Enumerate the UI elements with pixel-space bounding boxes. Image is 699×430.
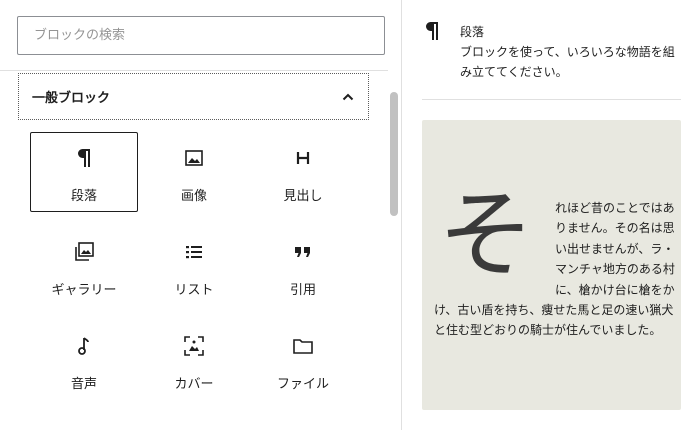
divider — [422, 99, 681, 100]
block-label: 画像 — [180, 189, 207, 204]
heading-icon — [291, 146, 315, 170]
block-label: カバー — [174, 377, 214, 392]
block-preview-example: そ れほど昔のことではありません。その名は思い出せませんが、ラ・マンチャ地方のあ… — [422, 120, 681, 410]
panel-title: 一般ブロック — [32, 91, 111, 106]
block-label: 段落 — [70, 189, 97, 204]
block-inserter: 一般ブロック 段落 画像 見出し — [0, 0, 401, 430]
block-item-image[interactable]: 画像 — [140, 132, 248, 212]
block-search-input[interactable] — [18, 17, 384, 54]
scrollbar-thumb[interactable] — [390, 92, 398, 216]
panel-header-common-blocks[interactable]: 一般ブロック — [18, 73, 369, 120]
panel-border — [401, 0, 402, 430]
block-item-audio[interactable]: 音声 — [30, 320, 138, 400]
block-item-gallery[interactable]: ギャラリー — [30, 226, 138, 306]
block-item-list[interactable]: リスト — [140, 226, 248, 306]
block-label: 音声 — [70, 377, 97, 392]
dropcap-space — [434, 198, 555, 298]
audio-icon — [72, 334, 96, 358]
block-item-quote[interactable]: 引用 — [249, 226, 357, 306]
paragraph-icon — [422, 20, 446, 44]
block-label: リスト — [174, 283, 214, 298]
preview-title: 段落 — [460, 25, 485, 39]
block-item-file[interactable]: ファイル — [249, 320, 357, 400]
folder-icon — [291, 334, 315, 358]
list-icon — [182, 240, 206, 264]
block-label: ファイル — [276, 377, 329, 392]
block-label: 見出し — [283, 189, 323, 204]
paragraph-icon — [72, 146, 96, 170]
block-label: ギャラリー — [51, 283, 117, 298]
chevron-up-icon[interactable] — [341, 90, 355, 104]
preview-body: れほど昔のことではありません。その名は思い出せませんが、ラ・マンチャ地方のある村… — [434, 198, 678, 341]
divider — [0, 70, 388, 71]
block-item-cover[interactable]: カバー — [140, 320, 248, 400]
image-icon — [182, 146, 206, 170]
block-label: 引用 — [289, 283, 316, 298]
block-item-paragraph[interactable]: 段落 — [30, 132, 138, 212]
gallery-icon — [72, 240, 96, 264]
block-search-field[interactable] — [17, 16, 385, 55]
preview-description: ブロックを使って、いろいろな物語を組み立ててください。 — [460, 45, 675, 79]
block-item-heading[interactable]: 見出し — [249, 132, 357, 212]
quote-icon — [291, 240, 315, 264]
cover-icon — [182, 334, 206, 358]
